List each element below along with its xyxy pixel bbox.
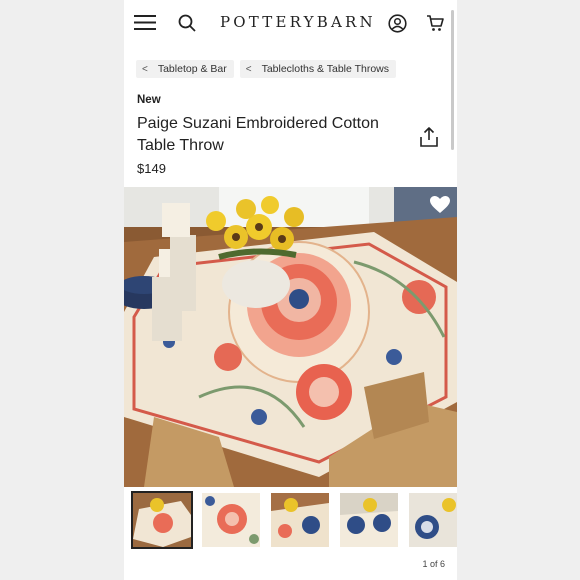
product-price: $149 (137, 161, 166, 176)
thumbnail-image (133, 493, 191, 547)
thumbnail-strip (131, 491, 457, 549)
thumbnail-image (271, 493, 329, 547)
search-icon[interactable] (178, 14, 196, 32)
brand-logo[interactable]: POTTERYBARN (220, 13, 376, 31)
thumbnail-1[interactable] (131, 491, 193, 549)
thumbnail-image (409, 493, 457, 547)
thumbnail-2[interactable] (202, 493, 260, 547)
wishlist-heart-icon[interactable] (429, 195, 451, 215)
thumbnail-5[interactable] (409, 493, 457, 547)
product-main-image[interactable] (124, 187, 457, 487)
menu-icon[interactable] (134, 14, 156, 31)
thumbnail-3[interactable] (271, 493, 329, 547)
product-title: Paige Suzani Embroidered Cotton Table Th… (137, 115, 379, 154)
breadcrumb: < Tabletop & Bar < Tablecloths & Table T… (136, 60, 397, 78)
cart-icon[interactable] (426, 14, 444, 32)
share-icon[interactable] (419, 126, 439, 148)
thumbnail-image (340, 493, 398, 547)
new-badge: New (137, 94, 161, 106)
chevron-left-icon: < (245, 63, 252, 75)
breadcrumb-label: Tablecloths & Table Throws (261, 63, 390, 75)
image-counter: 1 of 6 (422, 559, 445, 569)
chevron-left-icon: < (142, 63, 148, 75)
breadcrumb-item-tabletop-bar[interactable]: < Tabletop & Bar (136, 60, 234, 78)
scrollbar[interactable] (451, 10, 454, 150)
account-icon[interactable] (388, 14, 407, 33)
product-page: POTTERYBARN < Tabletop & Bar < Tableclot… (124, 0, 457, 580)
breadcrumb-item-tablecloths[interactable]: < Tablecloths & Table Throws (239, 60, 397, 78)
product-photo (124, 187, 457, 487)
breadcrumb-label: Tabletop & Bar (157, 63, 227, 75)
thumbnail-4[interactable] (340, 493, 398, 547)
top-navigation-bar: POTTERYBARN (124, 0, 457, 46)
thumbnail-image (202, 493, 260, 547)
